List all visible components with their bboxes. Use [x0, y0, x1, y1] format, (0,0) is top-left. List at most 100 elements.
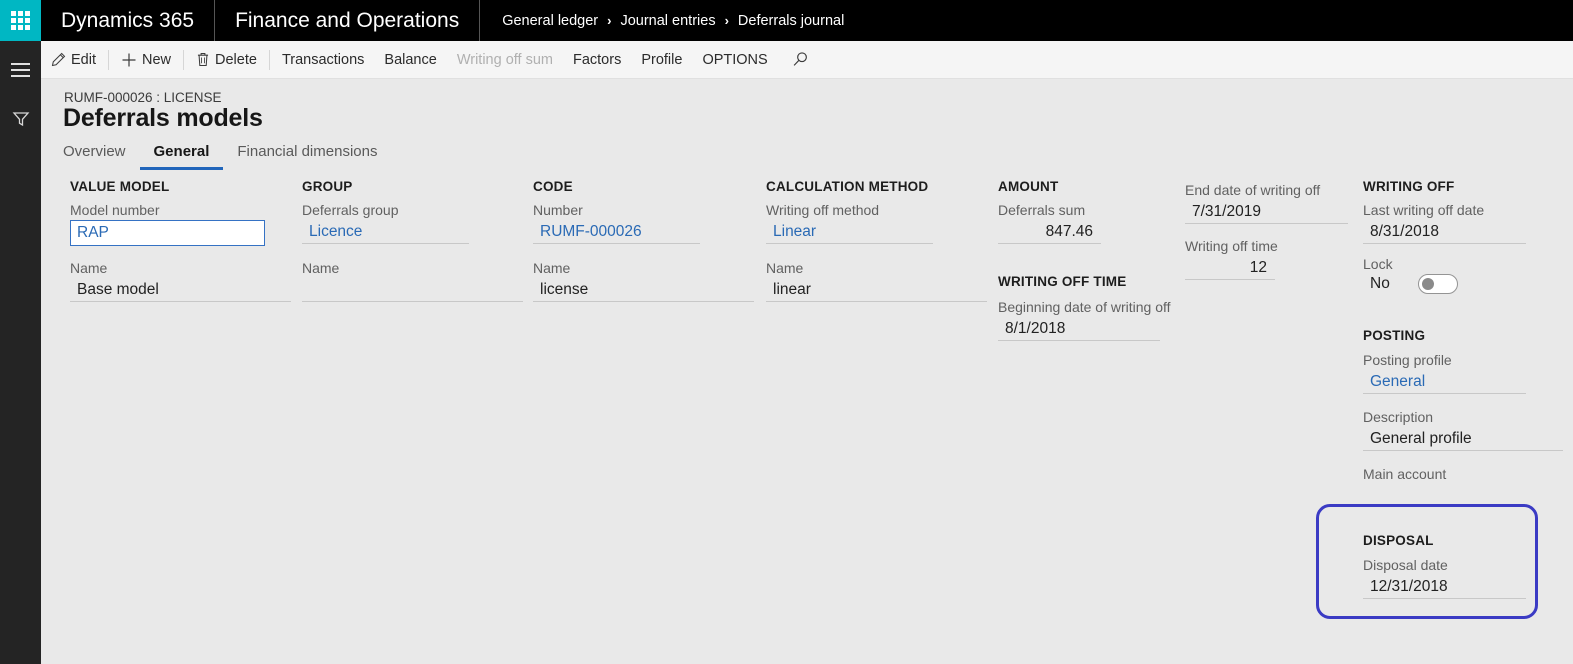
beginning-date-value[interactable]: 8/1/2018 [998, 317, 1160, 341]
field-last-writing-off-date: Last writing off date 8/31/2018 [1363, 202, 1526, 244]
chevron-right-icon: › [607, 13, 612, 28]
tab-strip: Overview General Financial dimensions [63, 143, 391, 170]
options-button[interactable]: OPTIONS [692, 41, 777, 79]
field-posting-description-label: Description [1363, 409, 1434, 425]
group-name-value[interactable] [302, 278, 523, 302]
model-number-input[interactable] [70, 220, 265, 246]
field-beginning-date-of-writing-off: Beginning date of writing off 8/1/2018 [998, 299, 1171, 341]
code-name-value[interactable]: license [533, 278, 754, 302]
trash-icon [197, 52, 209, 67]
section-heading-disposal: DISPOSAL [1363, 533, 1434, 548]
filter-funnel-icon[interactable] [0, 99, 41, 139]
section-heading-writing-off: WRITING OFF [1363, 179, 1455, 194]
pencil-icon [51, 52, 66, 67]
value-model-name-value[interactable]: Base model [70, 278, 291, 302]
code-number-value[interactable]: RUMF-000026 [533, 220, 700, 244]
section-heading-posting: POSTING [1363, 328, 1426, 343]
field-group-name: Name [302, 260, 523, 302]
left-navigation-rail [0, 0, 41, 664]
section-heading-code: CODE [533, 179, 573, 194]
deferrals-group-value[interactable]: Licence [302, 220, 469, 244]
search-button[interactable] [778, 41, 819, 79]
field-posting-profile: Posting profile General [1363, 352, 1526, 394]
field-deferrals-sum: Deferrals sum 847.46 [998, 202, 1101, 244]
tab-financial-dimensions[interactable]: Financial dimensions [223, 143, 391, 170]
brand-dynamics-365[interactable]: Dynamics 365 [41, 0, 214, 41]
search-icon [793, 52, 807, 66]
field-end-date-label: End date of writing off [1185, 182, 1321, 198]
disposal-date-value[interactable]: 12/31/2018 [1363, 575, 1526, 599]
delete-button-label: Delete [215, 51, 257, 68]
field-deferrals-group: Deferrals group Licence [302, 202, 469, 244]
section-heading-group: GROUP [302, 179, 353, 194]
lock-toggle[interactable] [1417, 274, 1458, 294]
field-posting-profile-label: Posting profile [1363, 352, 1452, 368]
field-writing-off-time-label: Writing off time [1185, 238, 1278, 254]
field-main-account-label: Main account [1363, 466, 1447, 482]
deferrals-sum-value[interactable]: 847.46 [998, 220, 1101, 244]
end-date-value[interactable]: 7/31/2019 [1185, 200, 1348, 224]
waffle-grid-icon[interactable] [0, 0, 41, 41]
command-separator [183, 49, 185, 70]
field-writing-off-method-label: Writing off method [766, 202, 880, 218]
field-disposal-date-label: Disposal date [1363, 557, 1448, 573]
field-lock-label: Lock [1363, 256, 1393, 272]
breadcrumb-item-deferrals-journal[interactable]: Deferrals journal [738, 13, 844, 29]
command-separator [268, 49, 270, 70]
field-lock: Lock No [1363, 256, 1526, 294]
balance-button[interactable]: Balance [374, 41, 446, 79]
field-writing-off-method: Writing off method Linear [766, 202, 933, 244]
field-disposal-date: Disposal date 12/31/2018 [1363, 557, 1526, 599]
top-bar: Dynamics 365 Finance and Operations Gene… [41, 0, 1573, 41]
delete-button[interactable]: Delete [186, 41, 267, 79]
calculation-method-name-value[interactable]: linear [766, 278, 987, 302]
section-heading-writing-off-time: WRITING OFF TIME [998, 274, 1127, 289]
brand-module-name[interactable]: Finance and Operations [215, 0, 479, 41]
writing-off-method-value[interactable]: Linear [766, 220, 933, 244]
edit-button-label: Edit [71, 51, 96, 68]
posting-profile-value[interactable]: General [1363, 370, 1526, 394]
lock-toggle-row: No [1363, 274, 1526, 294]
breadcrumb: General ledger › Journal entries › Defer… [480, 13, 844, 29]
writing-off-sum-button: Writing off sum [456, 51, 553, 68]
factors-button[interactable]: Factors [563, 41, 631, 79]
transactions-button[interactable]: Transactions [272, 41, 374, 79]
last-writing-off-date-value[interactable]: 8/31/2018 [1363, 220, 1526, 244]
plus-icon [122, 53, 136, 66]
field-code-number-label: Number [533, 202, 583, 218]
field-model-number: Model number [70, 202, 265, 246]
field-group-name-label: Name [302, 260, 340, 276]
field-model-number-label: Model number [70, 202, 160, 218]
filter-funnel-glyph [12, 112, 29, 127]
field-writing-off-time: Writing off time 12 [1185, 238, 1278, 280]
command-bar: Edit New Delete Transactions Balance Wri… [41, 41, 1573, 79]
field-value-model-name: Name Base model [70, 260, 291, 302]
tab-overview[interactable]: Overview [63, 143, 140, 170]
new-button[interactable]: New [111, 41, 181, 79]
edit-button[interactable]: Edit [41, 41, 106, 79]
page-content: RUMF-000026 : LICENSE Deferrals models O… [41, 79, 1573, 664]
breadcrumb-item-general-ledger[interactable]: General ledger [502, 13, 598, 29]
field-code-name: Name license [533, 260, 754, 302]
section-heading-value-model: VALUE MODEL [70, 179, 170, 194]
field-main-account: Main account [1363, 466, 1526, 484]
command-separator [108, 49, 109, 70]
field-posting-description: Description General profile [1363, 409, 1563, 451]
tab-general[interactable]: General [139, 143, 224, 170]
field-calculation-method-name: Name linear [766, 260, 987, 302]
field-calculation-method-name-label: Name [766, 260, 804, 276]
new-button-label: New [142, 51, 172, 68]
profile-button[interactable]: Profile [631, 41, 692, 79]
breadcrumb-item-journal-entries[interactable]: Journal entries [620, 13, 715, 29]
posting-description-value[interactable]: General profile [1363, 427, 1563, 451]
page-title: Deferrals models [63, 104, 263, 132]
waffle-grid-glyph [11, 11, 30, 30]
lock-state-label: No [1370, 275, 1390, 292]
section-heading-amount: AMOUNT [998, 179, 1059, 194]
hamburger-icon[interactable] [0, 50, 41, 90]
chevron-right-icon: › [724, 13, 729, 28]
record-caption: RUMF-000026 : LICENSE [64, 90, 222, 105]
field-beginning-date-label: Beginning date of writing off [998, 299, 1171, 315]
field-code-number: Number RUMF-000026 [533, 202, 700, 244]
writing-off-time-value[interactable]: 12 [1185, 256, 1275, 280]
